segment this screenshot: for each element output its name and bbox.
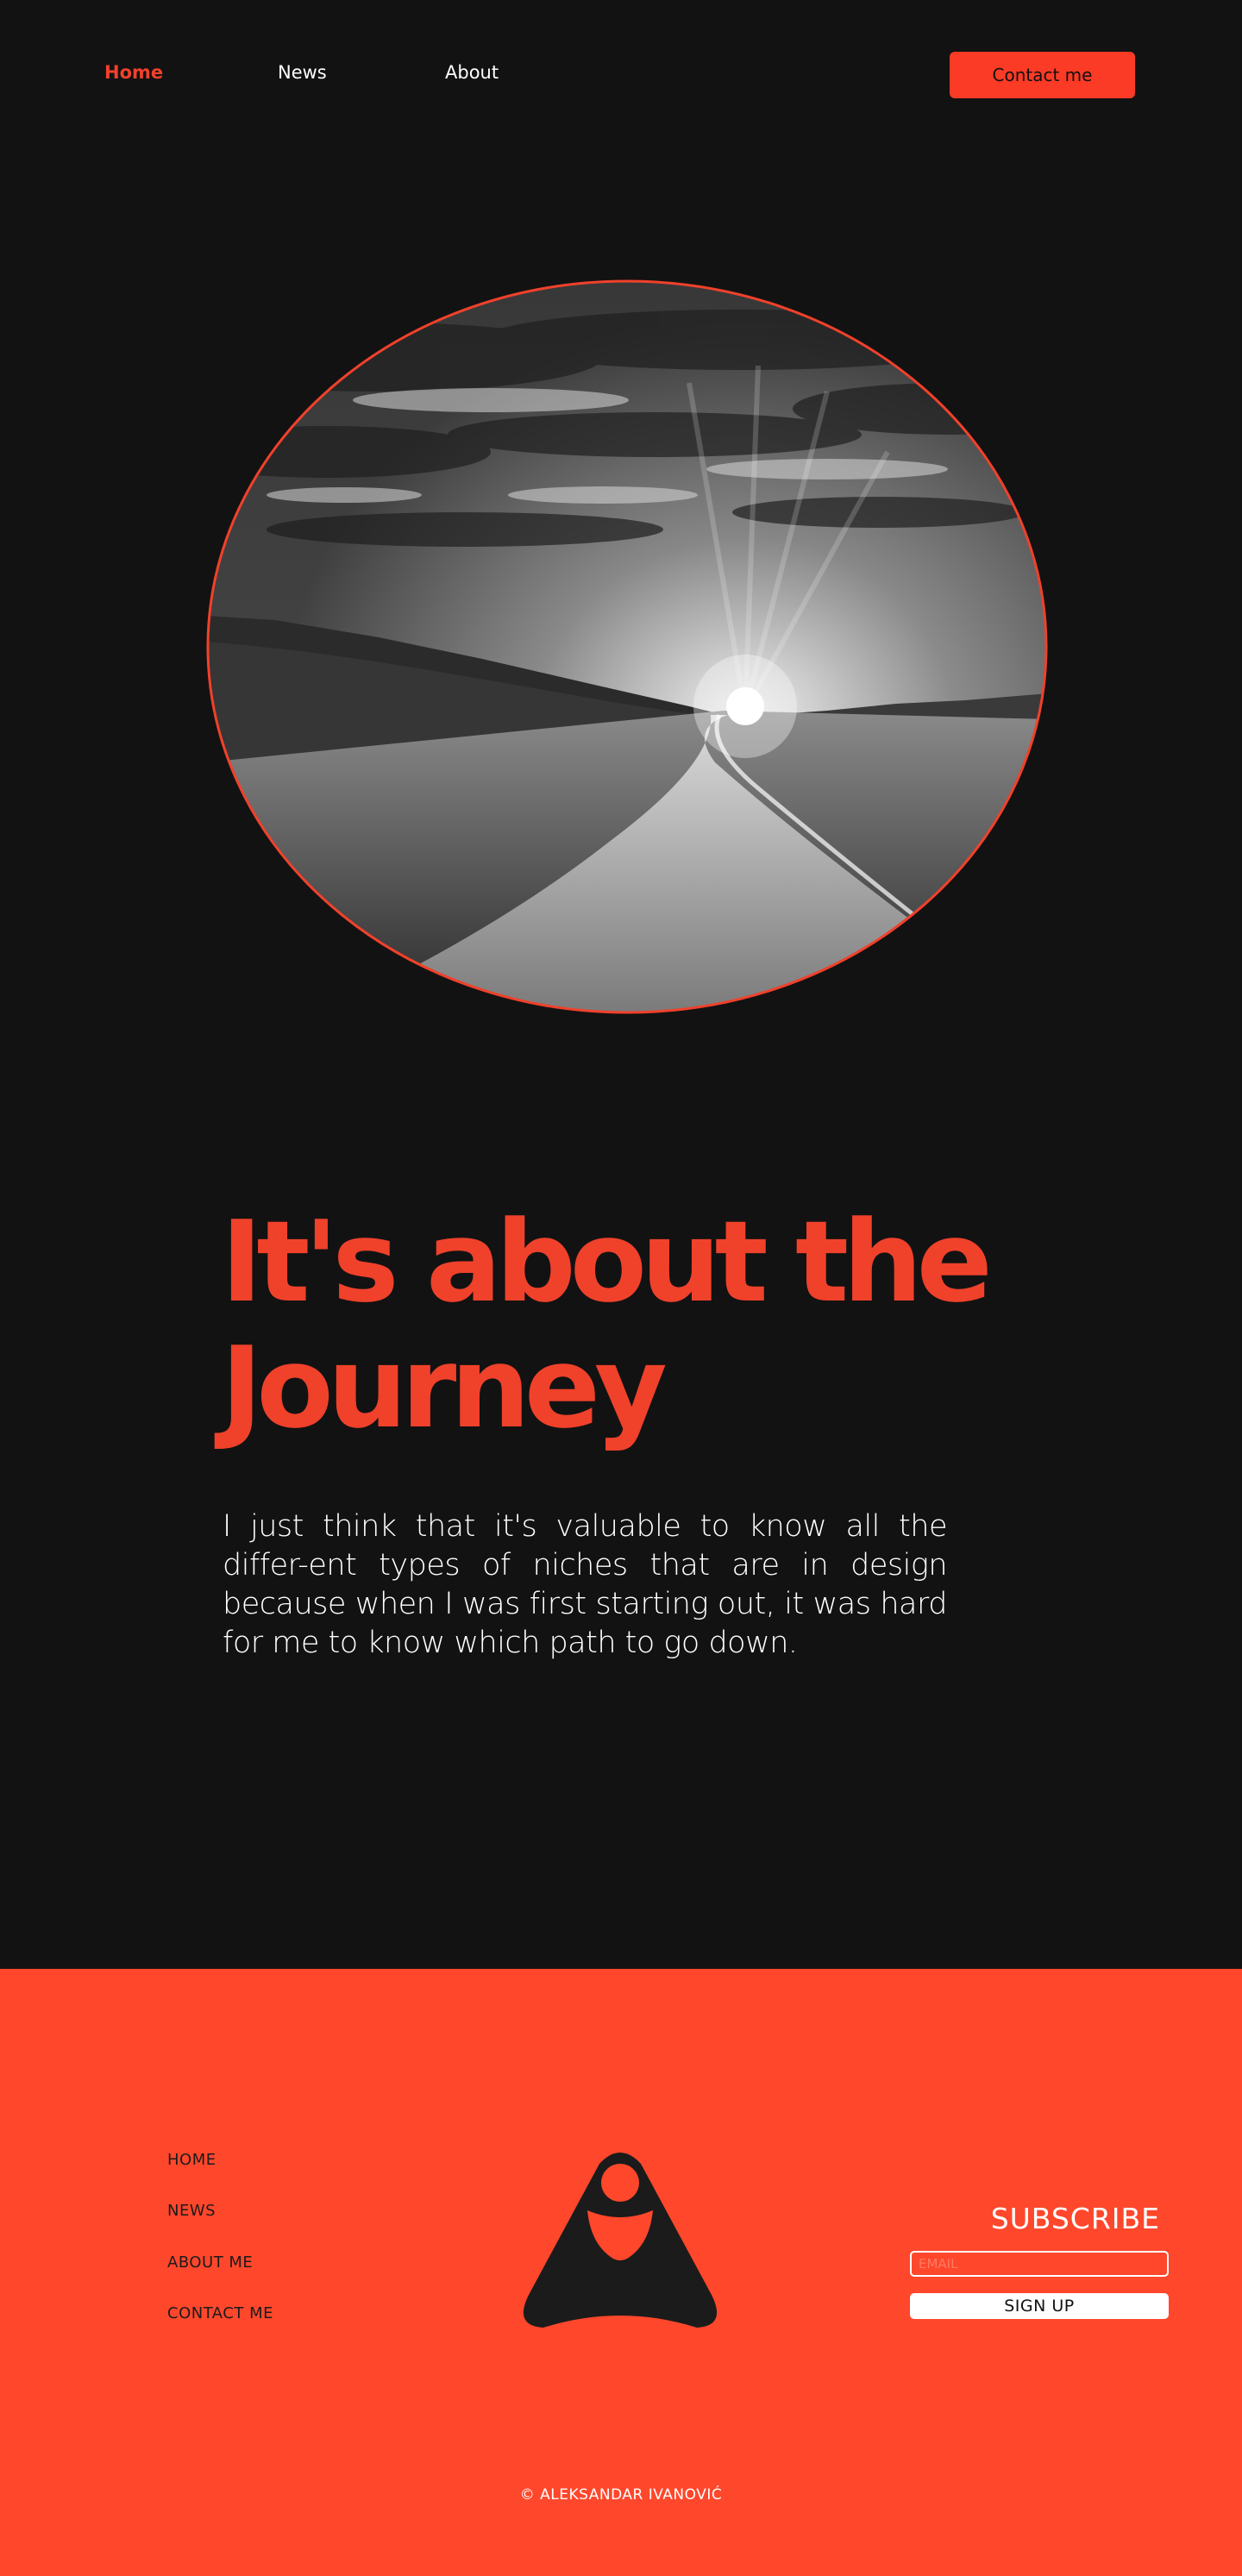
triangle-person-logo-icon [520, 2148, 720, 2335]
footer-link-about-me[interactable]: ABOUT ME [167, 2253, 253, 2272]
email-input[interactable] [910, 2251, 1169, 2277]
footer: HOME NEWS ABOUT ME CONTACT ME SUBSCRIBE … [0, 1969, 1242, 2576]
nav-about-link[interactable]: About [445, 62, 499, 83]
footer-link-contact-me[interactable]: CONTACT ME [167, 2304, 273, 2322]
copyright-text: © ALEKSANDAR IVANOVIĆ [519, 2486, 723, 2504]
headline-line-1: It's about the [221, 1196, 993, 1327]
hero-road-photo [206, 279, 1049, 1014]
sign-up-button[interactable]: SIGN UP [910, 2293, 1169, 2319]
footer-link-home[interactable]: HOME [167, 2151, 216, 2169]
nav-home-link[interactable]: Home [104, 62, 163, 83]
top-navigation: Home News About Contact me [0, 0, 1242, 148]
contact-me-button[interactable]: Contact me [950, 52, 1135, 98]
hero-headline: It's about the Journey [221, 1199, 1083, 1451]
headline-line-2: Journey [221, 1322, 668, 1453]
footer-link-news[interactable]: NEWS [167, 2202, 216, 2220]
subscribe-title: SUBSCRIBE [990, 2202, 1160, 2235]
intro-paragraph: I just think that it's valuable to know … [223, 1509, 948, 1660]
nav-news-link[interactable]: News [278, 62, 327, 83]
hero-road-photo-svg [206, 279, 1048, 1014]
